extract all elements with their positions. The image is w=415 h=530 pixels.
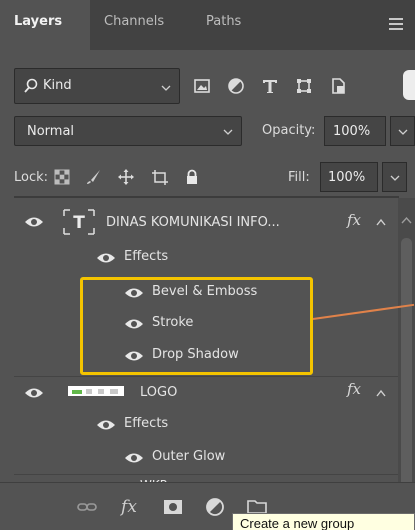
fx-icon[interactable]: fx	[118, 496, 140, 518]
eye-icon[interactable]	[96, 418, 116, 432]
image-filter-icon[interactable]	[192, 76, 212, 96]
filter-toggle-switch[interactable]	[403, 70, 415, 100]
chevron-up-icon[interactable]	[376, 389, 386, 397]
adjustment-filter-icon[interactable]	[226, 76, 246, 96]
list-top-divider	[14, 196, 399, 198]
lock-transparent-pixels-icon[interactable]	[54, 169, 70, 185]
adjustment-icon[interactable]	[204, 496, 226, 518]
fill-label: Fill:	[288, 170, 310, 185]
effect-row-outer-glow[interactable]: Outer Glow	[14, 444, 398, 472]
chevron-down-icon	[398, 129, 408, 135]
mask-icon[interactable]	[162, 496, 184, 518]
layer-row-text[interactable]: T DINAS KOMUNIKASI INFO... fx	[14, 200, 398, 242]
lock-image-pixels-icon[interactable]	[86, 169, 102, 185]
chevron-down-icon	[161, 85, 171, 91]
layer-effects-icon[interactable]: fx	[347, 380, 361, 398]
opacity-label: Opacity:	[262, 123, 316, 138]
search-icon	[24, 78, 38, 93]
highlight-box	[80, 277, 313, 375]
tooltip: Create a new group	[232, 513, 415, 530]
tab-paths[interactable]: Paths	[206, 14, 241, 29]
layer-name: DINAS KOMUNIKASI INFO...	[106, 215, 280, 230]
eye-icon[interactable]	[124, 451, 144, 465]
layer-name: LOGO	[140, 385, 178, 400]
eye-icon[interactable]	[24, 386, 44, 400]
filter-kind-label: Kind	[43, 78, 72, 93]
layer-filter-row: Kind	[14, 68, 415, 108]
fill-dropdown-button[interactable]	[382, 162, 407, 192]
text-layer-thumbnail: T	[63, 209, 95, 235]
eye-icon[interactable]	[96, 251, 116, 265]
effect-label: Outer Glow	[152, 449, 226, 464]
lock-row: Lock: Fill: 100%	[0, 158, 415, 196]
tab-layers[interactable]: Layers	[14, 14, 62, 29]
lock-position-icon[interactable]	[118, 169, 134, 185]
opacity-dropdown-button[interactable]	[390, 116, 415, 146]
lock-label: Lock:	[14, 170, 49, 185]
layer-row-wkp[interactable]: WKP	[14, 476, 398, 492]
effects-row[interactable]: Effects	[14, 244, 398, 272]
filter-kind-select[interactable]: Kind	[14, 68, 180, 104]
effects-label: Effects	[124, 249, 169, 264]
effects-row[interactable]: Effects	[14, 412, 398, 440]
link-icon[interactable]	[76, 496, 98, 518]
smart-object-filter-icon[interactable]	[328, 76, 348, 96]
blend-row: Normal Opacity: 100%	[14, 116, 415, 148]
panel-menu-icon[interactable]	[389, 18, 403, 30]
blend-mode-value: Normal	[27, 124, 75, 139]
layer-divider	[14, 474, 398, 475]
blend-mode-select[interactable]: Normal	[14, 116, 242, 146]
panel-tab-bar: Layers Channels Paths	[0, 0, 415, 50]
layers-panel: Layers Channels Paths Kind Normal Opacit…	[0, 0, 415, 530]
scroll-up-icon[interactable]	[401, 216, 412, 224]
shape-filter-icon[interactable]	[294, 76, 314, 96]
lock-all-icon[interactable]	[184, 169, 200, 185]
chevron-up-icon[interactable]	[376, 218, 386, 226]
effects-label: Effects	[124, 416, 169, 431]
lock-artboard-icon[interactable]	[152, 169, 168, 185]
tab-channels[interactable]: Channels	[104, 14, 164, 29]
layer-row-logo[interactable]: LOGO fx	[14, 378, 398, 408]
logo-layer-thumbnail	[68, 386, 124, 396]
scroll-thumb[interactable]	[401, 238, 412, 488]
fill-input[interactable]: 100%	[320, 162, 378, 192]
layer-divider	[14, 376, 398, 377]
eye-icon[interactable]	[24, 215, 44, 229]
chevron-down-icon	[390, 175, 400, 181]
text-thumb-glyph: T	[73, 213, 85, 233]
chevron-down-icon	[223, 129, 233, 135]
layers-scrollbar[interactable]	[398, 198, 415, 488]
opacity-input[interactable]: 100%	[324, 116, 386, 146]
type-filter-icon[interactable]	[260, 76, 280, 96]
layer-effects-icon[interactable]: fx	[347, 211, 361, 229]
